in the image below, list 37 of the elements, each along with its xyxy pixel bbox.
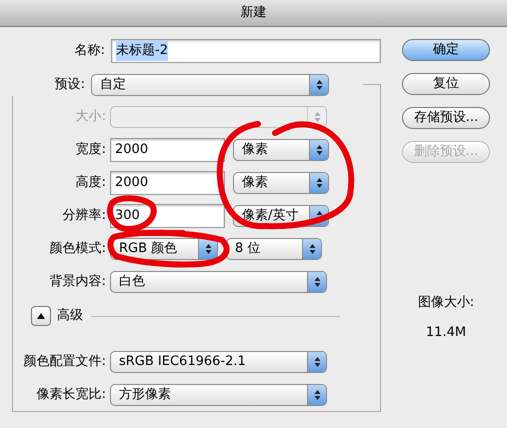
field-label: 像素长宽比: [36,386,107,404]
window-title: 新建 [240,4,266,22]
field-label: 高度: [74,174,107,192]
stepper-icon [314,111,320,123]
section-label: 高级 [57,307,83,326]
stepper-icon [314,356,320,368]
field-label: 分辨率: [62,207,107,226]
image-size-label: 图像大小: [418,294,474,312]
field-label: 颜色配置文件: [22,353,107,372]
field-label: 颜色模式: [48,240,107,258]
disclosure-button[interactable] [31,306,51,326]
stepper-icon [314,276,320,288]
unit-dropdown[interactable]: 像素 [233,139,329,161]
stepper-icon [314,389,320,401]
dropdown[interactable]: 方形像素 [110,384,327,406]
dropdown[interactable]: sRGB IEC61966-2.1 [110,351,327,373]
unit-dropdown[interactable]: 像素 [233,172,329,194]
name-field[interactable]: 未标题-2 [111,39,381,63]
stepper-icon [316,177,322,189]
preset-dropdown[interactable]: 自定 [91,74,329,96]
dialog-button[interactable]: 确定 [402,39,490,61]
field-label: 宽度: [74,141,107,160]
dialog-button[interactable]: 存储预设... [402,107,490,129]
stepper-icon [316,144,322,156]
dropdown[interactable]: 白色 [110,271,327,293]
number-field[interactable]: 2000 [110,138,225,162]
field-label: 名称: [74,42,106,60]
triangle-icon [36,312,46,320]
field-label: 背景内容: [48,273,107,292]
stepper-icon [204,243,212,255]
number-field[interactable]: 2000 [110,171,225,195]
dropdown[interactable]: 8 位 [226,238,322,260]
dialog-button[interactable]: 复位 [402,73,490,95]
stepper-icon [308,243,316,255]
field-label: 大小: [74,108,107,126]
stepper-icon [316,78,322,90]
image-size-value: 11.4M [426,324,466,342]
